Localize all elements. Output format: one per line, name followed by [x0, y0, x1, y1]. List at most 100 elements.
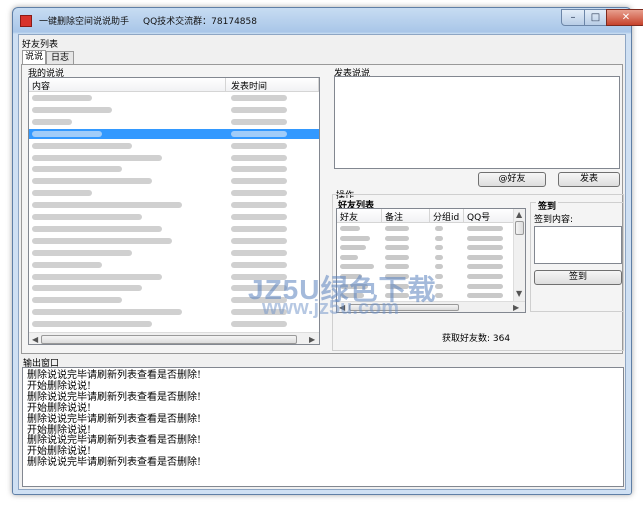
post-time-blurred	[231, 237, 287, 244]
friend-cell-blurred	[467, 264, 503, 270]
friend-row[interactable]	[337, 224, 513, 233]
menu-item-friends-list[interactable]: 好友列表	[22, 37, 58, 50]
scroll-left-icon[interactable]: ◀	[32, 335, 38, 344]
friend-cell-blurred	[467, 254, 503, 260]
friend-cell-blurred	[467, 293, 503, 299]
tab-log[interactable]: 日志	[46, 51, 74, 64]
scroll-right-icon[interactable]: ▶	[309, 335, 315, 344]
list-item[interactable]	[29, 153, 319, 163]
list-item[interactable]	[29, 248, 319, 258]
post-time-blurred	[231, 106, 287, 113]
friend-cell-blurred	[467, 235, 503, 241]
post-content-blurred	[32, 166, 122, 173]
send-button[interactable]: 发表	[558, 172, 620, 187]
friend-cell-blurred	[340, 254, 358, 260]
maximize-icon[interactable]: □	[584, 9, 607, 26]
tab-say[interactable]: 说说	[22, 50, 46, 64]
menu-bar: 好友列表	[19, 35, 625, 50]
output-line: 删除说说完毕请刷新列表查看是否删除!	[27, 413, 202, 425]
column-header-time[interactable]: 发表时间	[231, 79, 267, 92]
post-time-blurred	[231, 225, 287, 232]
minimize-icon[interactable]: –	[561, 9, 585, 26]
tab-panel: 我的说说 内容 发表时间 ◀ ▶ 发表说说 @好友 发表 操作 好友列表 好友 …	[21, 64, 624, 354]
list-item[interactable]	[29, 176, 319, 186]
post-time-blurred	[231, 202, 287, 209]
friend-cell-blurred	[435, 235, 443, 241]
scroll-up-icon[interactable]: ▲	[516, 210, 522, 219]
post-content-blurred	[32, 309, 182, 316]
post-time-blurred	[231, 130, 287, 137]
list-header: 内容 发表时间	[29, 78, 319, 92]
post-content-blurred	[32, 106, 112, 113]
scroll-down-icon[interactable]: ▼	[516, 289, 522, 298]
friends-list-header: 好友 备注 分组id QQ号	[337, 209, 513, 223]
output-line: 开始删除说说!	[27, 380, 92, 392]
scroll-thumb[interactable]	[41, 335, 297, 344]
output-line: 开始删除说说!	[27, 424, 92, 436]
sign-title: 签到	[536, 199, 559, 212]
list-item[interactable]	[29, 93, 319, 103]
post-content-blurred	[32, 130, 102, 137]
sign-content-input[interactable]	[534, 226, 622, 264]
sign-button[interactable]: 签到	[534, 270, 622, 285]
output-line: 开始删除说说!	[27, 402, 92, 414]
post-time-blurred	[231, 261, 287, 268]
window-title: 一键删除空间说说助手	[39, 17, 130, 27]
friend-cell-blurred	[340, 245, 366, 251]
post-content-blurred	[32, 190, 92, 197]
post-content-blurred	[32, 154, 162, 161]
list-item[interactable]	[29, 236, 319, 246]
post-time-blurred	[231, 154, 287, 161]
post-content-blurred	[32, 285, 142, 292]
column-header-content[interactable]: 内容	[32, 79, 50, 92]
at-friend-button[interactable]: @好友	[478, 172, 546, 187]
list-item[interactable]	[29, 128, 319, 139]
sign-content-label: 签到内容:	[534, 215, 574, 225]
post-time-blurred	[231, 118, 287, 125]
column-header-group-id[interactable]: 分组id	[433, 210, 459, 223]
friend-row[interactable]	[337, 234, 513, 243]
post-time-blurred	[231, 166, 287, 173]
friend-row[interactable]	[337, 243, 513, 252]
friend-cell-blurred	[340, 226, 360, 231]
scroll-thumb[interactable]	[515, 221, 524, 235]
friend-cell-blurred	[385, 245, 409, 251]
post-time-blurred	[231, 178, 287, 185]
column-header-friend[interactable]: 好友	[340, 210, 358, 223]
list-item[interactable]	[29, 319, 319, 329]
vertical-scrollbar[interactable]: ▲ ▼	[513, 209, 525, 301]
scroll-right-icon[interactable]: ▶	[513, 303, 519, 312]
column-header-qq[interactable]: QQ号	[467, 210, 490, 223]
app-icon	[20, 15, 32, 27]
friend-row[interactable]	[337, 253, 513, 262]
list-item[interactable]	[29, 117, 319, 127]
friend-count: 获取好友数: 364	[442, 334, 511, 344]
client-area: 好友列表 说说 日志 我的说说 内容 发表时间 ◀ ▶ 发表说说 @好友 发表 …	[18, 34, 626, 490]
list-item[interactable]	[29, 105, 319, 115]
list-item[interactable]	[29, 141, 319, 151]
post-time-blurred	[231, 95, 287, 101]
friend-cell-blurred	[467, 283, 503, 289]
list-item[interactable]	[29, 212, 319, 222]
friend-cell-blurred	[385, 235, 409, 241]
list-item[interactable]	[29, 164, 319, 174]
title-bar[interactable]: 一键删除空间说说助手 QQ技术交流群：78174858 – □ ✕	[13, 8, 643, 34]
output-line: 删除说说完毕请刷新列表查看是否删除!	[27, 370, 202, 381]
output-line: 删除说说完毕请刷新列表查看是否删除!	[27, 435, 202, 447]
output-window[interactable]: 删除说说完毕请刷新列表查看是否删除! 开始删除说说! 删除说说完毕请刷新列表查看是否…	[22, 367, 624, 487]
list-item[interactable]	[29, 188, 319, 198]
post-content-blurred	[32, 202, 182, 209]
horizontal-scrollbar[interactable]: ◀ ▶	[29, 332, 319, 344]
list-item[interactable]	[29, 200, 319, 210]
friend-cell-blurred	[340, 235, 370, 241]
friend-cell-blurred	[467, 245, 503, 251]
list-item[interactable]	[29, 224, 319, 234]
post-time-blurred	[231, 190, 287, 197]
column-header-remark[interactable]: 备注	[385, 210, 403, 223]
friend-cell-blurred	[435, 254, 443, 260]
close-icon[interactable]: ✕	[606, 9, 643, 26]
post-content-blurred	[32, 237, 172, 244]
post-textarea[interactable]	[334, 76, 620, 169]
post-time-blurred	[231, 249, 287, 256]
watermark-url: www.jz5u.com	[262, 297, 400, 319]
